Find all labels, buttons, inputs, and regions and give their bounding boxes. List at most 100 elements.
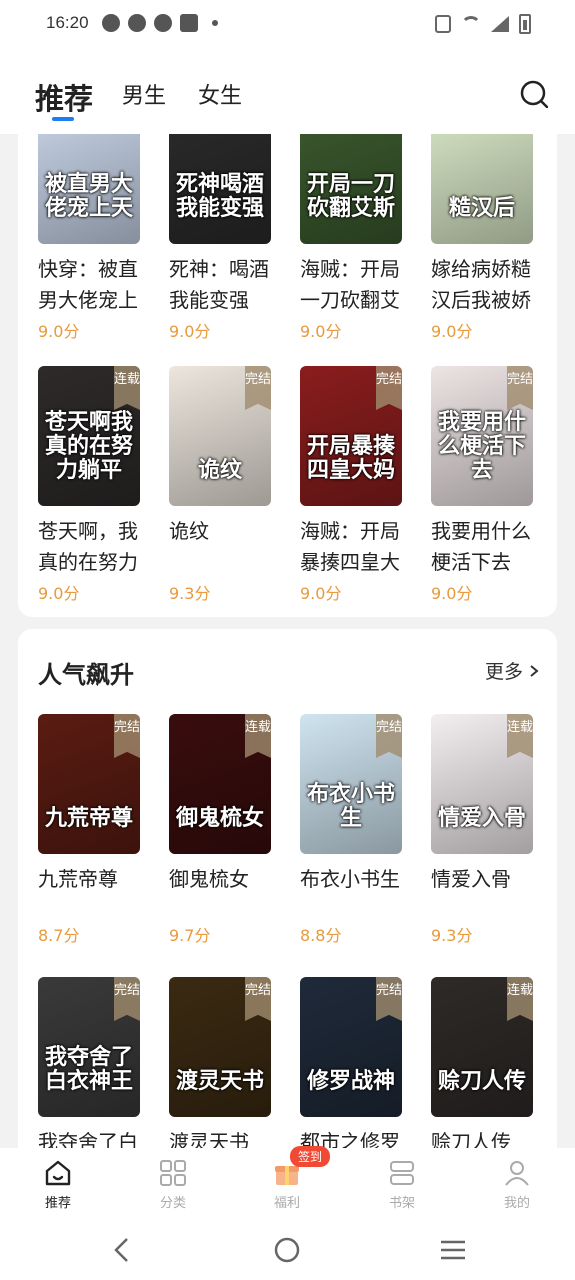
book-cover[interactable]: 赊刀人传 连载 bbox=[431, 977, 533, 1117]
book-item[interactable]: 死神喝酒我能变强 死神：喝酒我能变强 9.0分 bbox=[169, 134, 273, 342]
book-cover[interactable]: 糙汉后 bbox=[431, 134, 533, 244]
book-item[interactable]: 开局暴揍四皇大妈 完结 海贼：开局暴揍四皇大 9.0分 bbox=[300, 366, 404, 604]
book-cover[interactable]: 九荒帝尊 完结 bbox=[38, 714, 140, 854]
status-time: 16:20 bbox=[46, 13, 89, 32]
book-cover[interactable]: 我夺舍了白衣神王 完结 bbox=[38, 977, 140, 1117]
status-badge: 连载 bbox=[114, 366, 140, 410]
nav-profile[interactable]: 我的 bbox=[477, 1158, 557, 1211]
book-title[interactable]: 九荒帝尊 bbox=[38, 864, 146, 908]
book-score: 9.0分 bbox=[300, 322, 342, 341]
book-title[interactable]: 我要用什么梗活下去 bbox=[431, 516, 539, 578]
nav-category[interactable]: 分类 bbox=[133, 1158, 213, 1211]
book-title[interactable]: 我夺舍了白 bbox=[38, 1127, 146, 1148]
cover-title: 情爱入骨 bbox=[437, 805, 526, 831]
book-item[interactable]: 御鬼梳女 连载 御鬼梳女 9.7分 bbox=[169, 714, 273, 946]
book-title[interactable]: 苍天啊，我真的在努力 bbox=[38, 516, 146, 578]
content-scroll[interactable]: 被直男大佬宠上天 快穿：被直男大佬宠上 9.0分 死神喝酒我能变强 死神：喝酒我能变强 9… bbox=[0, 134, 575, 1148]
signal-icon bbox=[491, 16, 509, 32]
book-score: 9.0分 bbox=[431, 322, 473, 341]
book-cover[interactable]: 渡灵天书 完结 bbox=[169, 977, 271, 1117]
status-badge: 完结 bbox=[376, 366, 402, 410]
book-cover[interactable]: 诡纹 完结 bbox=[169, 366, 271, 506]
book-title[interactable]: 嫁给病娇糙汉后我被娇 bbox=[431, 254, 539, 316]
notification-icons bbox=[102, 14, 218, 32]
status-badge: 完结 bbox=[376, 977, 402, 1021]
check-icon bbox=[154, 14, 172, 32]
recent-apps-icon[interactable] bbox=[439, 1239, 467, 1261]
tab-recommend[interactable]: 推荐 bbox=[35, 76, 93, 118]
book-title[interactable]: 布衣小书生 bbox=[300, 864, 408, 908]
status-badge: 连载 bbox=[507, 977, 533, 1021]
book-item[interactable]: 开局一刀砍翻艾斯 海贼：开局一刀砍翻艾 9.0分 bbox=[300, 134, 404, 342]
book-score: 9.0分 bbox=[169, 322, 211, 341]
section-title: 人气飙升 bbox=[38, 661, 134, 689]
book-item[interactable]: 我夺舍了白衣神王 完结 我夺舍了白 bbox=[38, 977, 142, 1148]
nav-bookshelf[interactable]: 书架 bbox=[362, 1158, 442, 1211]
signin-badge[interactable]: 签到 bbox=[290, 1146, 331, 1167]
book-item[interactable]: 被直男大佬宠上天 快穿：被直男大佬宠上 9.0分 bbox=[38, 134, 142, 342]
book-item[interactable]: 修罗战神 完结 都市之修罗 bbox=[300, 977, 404, 1148]
wifi-icon bbox=[461, 16, 481, 32]
book-item[interactable]: 赊刀人传 连载 赊刀人传 bbox=[431, 977, 535, 1148]
bottom-navigation: 推荐 分类 福利 签到 书架 我的 bbox=[0, 1146, 575, 1220]
book-title[interactable]: 诡纹 bbox=[169, 516, 277, 578]
book-title[interactable]: 渡灵天书 bbox=[169, 1127, 277, 1148]
book-item[interactable]: 糙汉后 嫁给病娇糙汉后我被娇 9.0分 bbox=[431, 134, 535, 342]
book-item[interactable]: 我要用什么梗活下去 完结 我要用什么梗活下去 9.0分 bbox=[431, 366, 535, 604]
book-grid-card: 被直男大佬宠上天 快穿：被直男大佬宠上 9.0分 死神喝酒我能变强 死神：喝酒我能变强 9… bbox=[18, 134, 557, 617]
book-title[interactable]: 情爱入骨 bbox=[431, 864, 539, 908]
book-score: 9.0分 bbox=[431, 584, 473, 603]
more-label: 更多 bbox=[484, 661, 523, 683]
book-score: 9.3分 bbox=[169, 584, 211, 603]
status-badge: 完结 bbox=[245, 366, 271, 410]
grid-icon bbox=[160, 1160, 186, 1186]
book-cover[interactable]: 御鬼梳女 连载 bbox=[169, 714, 271, 854]
book-title[interactable]: 御鬼梳女 bbox=[169, 864, 277, 908]
book-title[interactable]: 死神：喝酒我能变强 bbox=[169, 254, 277, 316]
more-link[interactable]: 更多 bbox=[485, 657, 539, 684]
search-icon[interactable] bbox=[520, 80, 548, 108]
cover-title: 被直男大佬宠上天 bbox=[44, 171, 133, 221]
book-item[interactable]: 渡灵天书 完结 渡灵天书 bbox=[169, 977, 273, 1148]
book-title[interactable]: 都市之修罗 bbox=[300, 1127, 408, 1148]
book-cover[interactable]: 开局一刀砍翻艾斯 bbox=[300, 134, 402, 244]
book-score: 8.8分 bbox=[300, 926, 342, 945]
book-cover[interactable]: 开局暴揍四皇大妈 完结 bbox=[300, 366, 402, 506]
nav-recommend[interactable]: 推荐 bbox=[18, 1158, 98, 1211]
tab-female[interactable]: 女生 bbox=[198, 78, 242, 110]
home-button-icon[interactable] bbox=[274, 1237, 300, 1263]
cover-title: 诡纹 bbox=[197, 457, 242, 483]
status-badge: 完结 bbox=[114, 977, 140, 1021]
book-cover[interactable]: 布衣小书生 完结 bbox=[300, 714, 402, 854]
book-item[interactable]: 情爱入骨 连载 情爱入骨 9.3分 bbox=[431, 714, 535, 946]
book-score: 9.3分 bbox=[431, 926, 473, 945]
book-item[interactable]: 诡纹 完结 诡纹 9.3分 bbox=[169, 366, 273, 604]
book-item[interactable]: 九荒帝尊 完结 九荒帝尊 8.7分 bbox=[38, 714, 142, 946]
cover-title: 九荒帝尊 bbox=[44, 805, 133, 831]
book-cover[interactable]: 死神喝酒我能变强 bbox=[169, 134, 271, 244]
book-cover[interactable]: 我要用什么梗活下去 完结 bbox=[431, 366, 533, 506]
book-title[interactable]: 海贼：开局一刀砍翻艾 bbox=[300, 254, 408, 316]
nav-label: 分类 bbox=[159, 1196, 186, 1211]
book-cover[interactable]: 情爱入骨 连载 bbox=[431, 714, 533, 854]
book-cover[interactable]: 苍天啊我真的在努力躺平 连载 bbox=[38, 366, 140, 506]
battery-icon bbox=[519, 14, 531, 34]
book-score: 8.7分 bbox=[38, 926, 80, 945]
book-score: 9.0分 bbox=[300, 584, 342, 603]
nav-label: 福利 bbox=[273, 1196, 300, 1211]
book-item[interactable]: 苍天啊我真的在努力躺平 连载 苍天啊，我真的在努力 9.0分 bbox=[38, 366, 142, 604]
book-cover[interactable]: 被直男大佬宠上天 bbox=[38, 134, 140, 244]
book-cover[interactable]: 修罗战神 完结 bbox=[300, 977, 402, 1117]
popular-rising-card: 人气飙升 更多 九荒帝尊 完结 九荒帝尊 8.7分 御鬼梳女 连载 御鬼梳女 9.7分 布衣小书… bbox=[18, 629, 557, 1148]
cover-title: 开局暴揍四皇大妈 bbox=[306, 433, 395, 483]
vibrate-icon bbox=[435, 15, 451, 33]
book-title[interactable]: 快穿：被直男大佬宠上 bbox=[38, 254, 146, 316]
book-title[interactable]: 赊刀人传 bbox=[431, 1127, 539, 1148]
chevron-right-icon bbox=[530, 664, 539, 677]
status-badge: 连载 bbox=[245, 714, 271, 758]
book-title[interactable]: 海贼：开局暴揍四皇大 bbox=[300, 516, 408, 578]
back-icon[interactable] bbox=[112, 1237, 132, 1263]
book-item[interactable]: 布衣小书生 完结 布衣小书生 8.8分 bbox=[300, 714, 404, 946]
active-tab-indicator bbox=[52, 117, 74, 121]
tab-male[interactable]: 男生 bbox=[122, 78, 166, 110]
